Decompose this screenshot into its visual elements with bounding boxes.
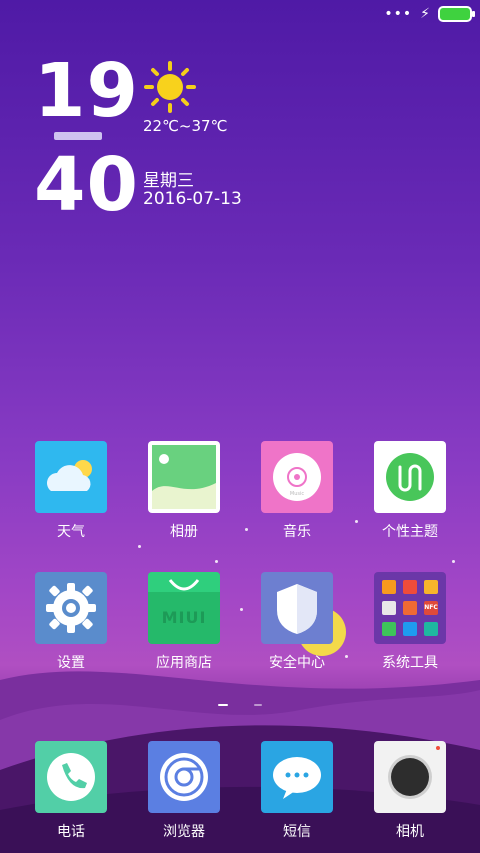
bolt-icon: ⚡ [420,6,430,22]
sms-icon [261,741,333,813]
compass-app-mini-icon [382,601,396,615]
app-label: 相机 [396,824,424,840]
clock-app-mini-icon [382,580,396,594]
theme-icon [374,441,446,513]
app-weather[interactable]: 天气 [26,441,116,541]
battery-icon [438,6,475,22]
recorder-app-mini-icon [403,580,417,594]
app-label: 天气 [57,524,85,540]
star-decoration [245,528,248,531]
app-camera[interactable]: 相机 [365,741,455,841]
scanner-app-mini-icon [403,601,417,615]
star-decoration [355,520,358,523]
clock-minute[interactable]: 40 [34,146,139,224]
fingerprint-app-mini-icon [424,622,438,636]
browser-app-mini-icon [403,622,417,636]
sun-icon[interactable] [143,60,197,114]
app-security[interactable]: 安全中心 [252,572,342,672]
page-indicator-active[interactable] [218,704,228,706]
weekday: 星期三 [143,171,194,191]
app-label: 应用商店 [156,655,212,671]
app-settings[interactable]: 设置 [26,572,116,672]
star-decoration [240,608,243,611]
app-label: 短信 [283,824,311,840]
app-store[interactable]: MIUI 应用商店 [139,572,229,672]
app-label: 安全中心 [269,655,325,671]
wechat-app-mini-icon [382,622,396,636]
app-store-icon: MIUI [148,572,220,644]
clock-hour[interactable]: 19 [34,52,139,130]
star-decoration [215,560,218,563]
app-system-tools-folder[interactable]: NFC 系统工具 [365,572,455,672]
security-center-icon [261,572,333,644]
app-label: 系统工具 [382,655,438,671]
music-icon: Music [261,441,333,513]
app-theme[interactable]: 个性主题 [365,441,455,541]
app-label: 电话 [57,824,85,840]
camera-icon [374,741,446,813]
status-bar: ••• ⚡ [384,4,475,24]
app-sms[interactable]: 短信 [252,741,342,841]
notes-app-mini-icon [424,580,438,594]
app-label: 设置 [57,655,85,671]
app-browser[interactable]: 浏览器 [139,741,229,841]
app-label: 个性主题 [382,524,438,540]
app-label: 音乐 [283,524,311,540]
music-icon-caption: Music [290,491,304,497]
app-label: 相册 [170,524,198,540]
star-decoration [138,545,141,548]
star-decoration [452,560,455,563]
settings-icon [35,572,107,644]
date: 2016-07-13 [143,189,242,209]
clock-divider [54,132,102,140]
browser-icon [148,741,220,813]
nfc-app-mini-icon: NFC [424,601,438,615]
ellipsis-icon: ••• [384,6,413,22]
system-tools-folder-icon: NFC [374,572,446,644]
app-label: 浏览器 [163,824,205,840]
temperature-range: 22℃~37℃ [143,117,228,135]
app-music[interactable]: Music 音乐 [252,441,342,541]
phone-icon [35,741,107,813]
app-gallery[interactable]: 相册 [139,441,229,541]
app-phone[interactable]: 电话 [26,741,116,841]
miui-text: MIUI [161,608,207,627]
gallery-icon [148,441,220,513]
page-indicator[interactable] [254,704,262,706]
weather-icon [35,441,107,513]
